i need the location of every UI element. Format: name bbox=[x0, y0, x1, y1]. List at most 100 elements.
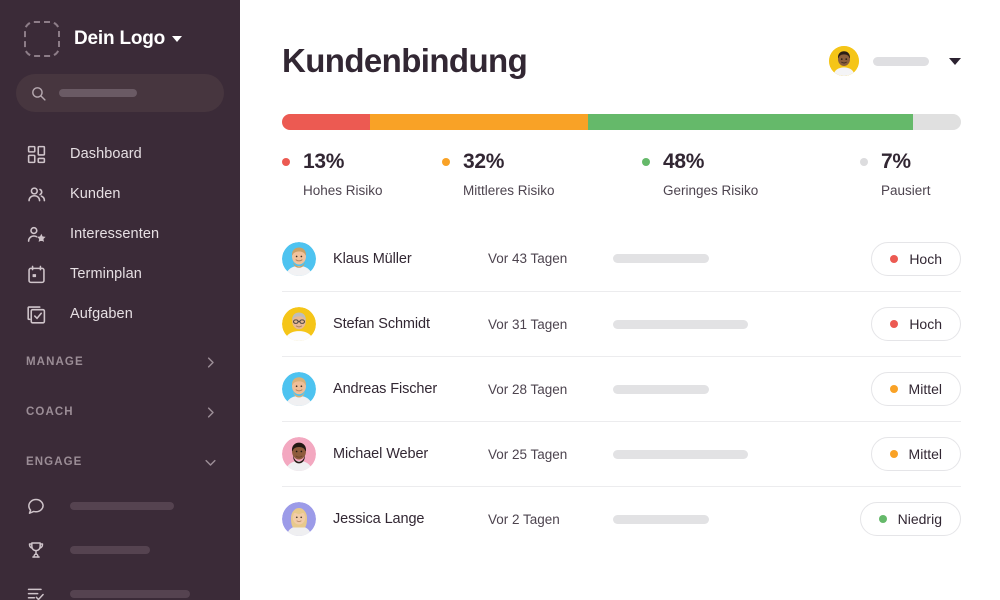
avatar-image bbox=[282, 502, 316, 536]
sidebar-section-label: COACH bbox=[26, 406, 74, 418]
customer-name: Jessica Lange bbox=[333, 511, 425, 527]
avatar bbox=[282, 502, 316, 536]
sidebar-nav: Dashboard Kunden Interessenten Terminpla… bbox=[0, 134, 240, 600]
user-name-placeholder bbox=[873, 56, 929, 66]
topbar: Kundenbindung bbox=[282, 0, 961, 80]
sidebar-subitem-messages[interactable] bbox=[0, 484, 240, 528]
status-dot bbox=[860, 158, 868, 166]
sidebar-item-label: Terminplan bbox=[70, 266, 142, 282]
sidebar-item-interessenten[interactable]: Interessenten bbox=[0, 214, 240, 254]
sidebar-section-label: MANAGE bbox=[26, 356, 84, 368]
stat-low-risk: 48% Geringes Risiko bbox=[642, 150, 860, 198]
status-badge[interactable]: Niedrig bbox=[859, 502, 961, 536]
user-star-icon bbox=[26, 222, 50, 246]
status-dot bbox=[889, 385, 898, 393]
logo-button[interactable]: Dein Logo bbox=[0, 0, 240, 57]
status-label: Niedrig bbox=[897, 511, 942, 527]
progress-placeholder bbox=[613, 449, 871, 459]
checkbox-stack-icon bbox=[26, 302, 50, 326]
progress-placeholder bbox=[613, 514, 860, 524]
status-dot bbox=[442, 158, 450, 166]
page-title: Kundenbindung bbox=[282, 42, 528, 79]
stat-percent: 32% bbox=[463, 150, 505, 173]
avatar-image bbox=[282, 241, 316, 276]
status-label: Mittel bbox=[908, 381, 942, 397]
status-badge[interactable]: Mittel bbox=[870, 372, 961, 406]
sidebar-subitem-placeholder bbox=[70, 590, 190, 598]
status-dot bbox=[282, 158, 290, 166]
customer-name: Klaus Müller bbox=[333, 250, 412, 267]
table-row[interactable]: Michael Weber Vor 25 Tagen Mittel bbox=[282, 421, 961, 486]
status-badge[interactable]: Hoch bbox=[871, 307, 961, 341]
sidebar-item-label: Interessenten bbox=[70, 226, 160, 242]
customer-name: Andreas Fischer bbox=[333, 381, 438, 397]
last-contact: Vor 25 Tagen bbox=[488, 446, 568, 462]
progress-segment-medium bbox=[370, 114, 588, 130]
status-dot bbox=[890, 320, 899, 328]
sidebar-subitem-rewards[interactable] bbox=[0, 528, 240, 572]
progress-placeholder bbox=[613, 384, 871, 394]
sidebar-section-coach[interactable]: COACH bbox=[0, 390, 240, 434]
users-icon bbox=[26, 182, 50, 206]
stat-percent: 7% bbox=[881, 150, 911, 173]
status-label: Mittel bbox=[908, 446, 942, 462]
sidebar-item-dashboard[interactable]: Dashboard bbox=[0, 134, 240, 174]
trophy-icon bbox=[26, 538, 50, 562]
status-dot bbox=[642, 158, 650, 166]
chevron-down-icon[interactable] bbox=[172, 36, 183, 42]
sidebar-item-aufgaben[interactable]: Aufgaben bbox=[0, 294, 240, 334]
customer-list: Klaus Müller Vor 43 Tagen Hoch Stefan Sc… bbox=[282, 226, 961, 551]
stat-paused: 7% Pausiert bbox=[860, 150, 961, 198]
table-row[interactable]: Jessica Lange Vor 2 Tagen Niedrig bbox=[282, 486, 961, 551]
status-label: Hoch bbox=[909, 250, 942, 267]
stat-caption: Pausiert bbox=[881, 183, 931, 198]
avatar-image bbox=[282, 437, 316, 471]
risk-distribution-bar bbox=[282, 114, 961, 130]
avatar bbox=[282, 307, 316, 341]
table-row[interactable]: Stefan Schmidt Vor 31 Tagen Hoch bbox=[282, 291, 961, 356]
avatar-image bbox=[282, 372, 316, 406]
customer-name: Michael Weber bbox=[333, 446, 429, 462]
user-menu[interactable] bbox=[829, 46, 961, 76]
stat-caption: Geringes Risiko bbox=[663, 183, 759, 198]
sidebar-item-terminplan[interactable]: Terminplan bbox=[0, 254, 240, 294]
stat-high-risk: 13% Hohes Risiko bbox=[282, 150, 442, 198]
progress-placeholder bbox=[613, 254, 871, 263]
avatar-image bbox=[829, 46, 859, 76]
stat-caption: Mittleres Risiko bbox=[463, 183, 555, 198]
sidebar-item-kunden[interactable]: Kunden bbox=[0, 174, 240, 214]
status-dot bbox=[889, 450, 898, 458]
list-check-icon bbox=[26, 582, 50, 600]
status-dot bbox=[890, 254, 899, 263]
chevron-right-icon bbox=[207, 406, 214, 418]
table-row[interactable]: Klaus Müller Vor 43 Tagen Hoch bbox=[282, 226, 961, 291]
status-badge[interactable]: Hoch bbox=[871, 241, 961, 276]
grid-dashboard-icon bbox=[26, 142, 50, 166]
sidebar-section-engage[interactable]: ENGAGE bbox=[0, 440, 240, 484]
search-placeholder bbox=[59, 89, 137, 97]
chat-bubble-icon bbox=[26, 494, 50, 518]
sidebar-subitem-tasks[interactable] bbox=[0, 572, 240, 600]
chevron-down-icon bbox=[205, 459, 216, 466]
calendar-icon bbox=[26, 262, 50, 286]
last-contact: Vor 2 Tagen bbox=[488, 511, 560, 527]
status-badge[interactable]: Mittel bbox=[870, 437, 961, 471]
stat-percent: 13% bbox=[303, 150, 345, 173]
avatar bbox=[282, 241, 316, 276]
risk-legend: 13% Hohes Risiko 32% Mittleres Risiko 48… bbox=[282, 150, 961, 198]
table-row[interactable]: Andreas Fischer Vor 28 Tagen Mittel bbox=[282, 356, 961, 421]
chevron-down-icon[interactable] bbox=[949, 57, 961, 65]
stat-caption: Hohes Risiko bbox=[303, 183, 383, 198]
avatar bbox=[282, 437, 316, 471]
status-label: Hoch bbox=[909, 316, 942, 332]
avatar[interactable] bbox=[829, 46, 859, 76]
avatar bbox=[282, 372, 316, 406]
search-input[interactable] bbox=[16, 74, 224, 112]
sidebar-section-label: ENGAGE bbox=[26, 456, 83, 468]
search-icon bbox=[32, 86, 46, 101]
customer-name: Stefan Schmidt bbox=[333, 316, 430, 332]
logo-text: Dein Logo bbox=[74, 28, 166, 49]
sidebar-section-manage[interactable]: MANAGE bbox=[0, 340, 240, 384]
progress-segment-low bbox=[587, 114, 914, 130]
sidebar-item-label: Kunden bbox=[70, 186, 121, 202]
